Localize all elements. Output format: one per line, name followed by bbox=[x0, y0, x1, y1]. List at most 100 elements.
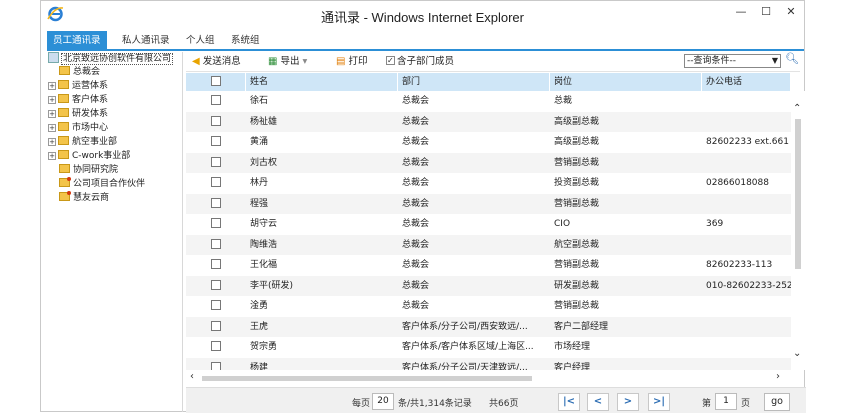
browser-window: 通讯录 - Windows Internet Explorer — ☐ ✕ 员工… bbox=[40, 0, 806, 413]
row-checkbox[interactable] bbox=[211, 115, 221, 126]
row-checkbox[interactable] bbox=[211, 218, 221, 228]
tab-personal[interactable]: 私人通讯录 bbox=[116, 31, 176, 50]
table-cell: 杨祉雄 bbox=[250, 116, 278, 127]
row-checkbox[interactable] bbox=[211, 177, 221, 187]
column-header[interactable]: 姓名 bbox=[246, 73, 398, 91]
query-condition-select[interactable]: --查询条件-- ▼ bbox=[684, 54, 781, 68]
table-row[interactable]: 徐石 总裁会 总裁 bbox=[186, 91, 791, 112]
row-checkbox[interactable] bbox=[211, 279, 221, 290]
folder-icon bbox=[59, 164, 70, 173]
row-select-cell bbox=[186, 112, 246, 133]
tree-node[interactable]: + C-work事业部 bbox=[48, 150, 130, 163]
page-input[interactable]: 1 bbox=[715, 393, 737, 410]
table-row[interactable]: 黄涌 总裁会 高级副总裁 82602233 ext.661 bbox=[186, 132, 791, 153]
table-row[interactable]: 王化福 总裁会 营销副总裁 82602233-113 bbox=[186, 255, 791, 276]
row-select-cell bbox=[186, 194, 246, 215]
table-row[interactable]: 陶维浩 总裁会 航空副总裁 bbox=[186, 234, 791, 255]
search-icon[interactable]: 🔍︎ bbox=[785, 52, 799, 65]
tree-node[interactable]: + 客户体系 bbox=[48, 94, 108, 107]
table-cell: 高级副总裁 bbox=[554, 116, 600, 127]
table-cell: 营销副总裁 bbox=[554, 260, 600, 270]
tab-personal-group[interactable]: 个人组 bbox=[180, 31, 221, 50]
vertical-scrollbar[interactable]: ⌃ ⌄ bbox=[791, 91, 805, 370]
checkbox[interactable] bbox=[386, 54, 395, 68]
table-cell: 营销副总裁 bbox=[554, 301, 600, 311]
first-page-button[interactable]: |< bbox=[558, 393, 580, 411]
expand-icon[interactable]: + bbox=[48, 138, 56, 146]
table-row[interactable]: 李平(研发) 总裁会 研发副总裁 010-82602233-252 bbox=[186, 275, 791, 296]
table-row[interactable]: 王虎 客户体系/分子公司/西安致远/... 客户二部经理 bbox=[186, 316, 791, 337]
expand-icon[interactable]: + bbox=[48, 124, 56, 132]
row-checkbox[interactable] bbox=[211, 361, 221, 370]
table-cell bbox=[702, 112, 791, 133]
column-header[interactable]: 部门 bbox=[398, 73, 550, 91]
tree-node[interactable]: 总裁会 bbox=[59, 66, 100, 79]
scroll-right-icon[interactable]: › bbox=[776, 371, 780, 382]
send-message-button[interactable]: ◀ 发送消息 bbox=[192, 55, 241, 69]
tree-node[interactable]: + 市场中心 bbox=[48, 122, 108, 135]
scroll-thumb[interactable] bbox=[202, 376, 532, 381]
scroll-left-icon[interactable]: ‹ bbox=[190, 371, 194, 382]
export-button[interactable]: ▦ 导出 ▾ bbox=[268, 55, 307, 69]
include-subdept-checkbox[interactable]: 含子部门成员 bbox=[386, 54, 454, 69]
row-checkbox[interactable] bbox=[211, 341, 221, 351]
column-header[interactable]: 办公电话 bbox=[702, 73, 791, 91]
tree-node[interactable]: 慧友云商 bbox=[59, 191, 109, 205]
row-checkbox[interactable] bbox=[211, 300, 221, 310]
tree-node[interactable]: 公司项目合作伙伴 bbox=[59, 177, 145, 191]
tree-node[interactable]: + 运营体系 bbox=[48, 80, 108, 93]
row-checkbox[interactable] bbox=[211, 136, 221, 146]
expand-icon[interactable]: + bbox=[48, 96, 56, 104]
expand-icon[interactable]: + bbox=[48, 82, 56, 90]
table-cell: 营销副总裁 bbox=[554, 157, 600, 168]
table-row[interactable]: 贺宗勇 客户体系/客户体系区域/上海区... 市场经理 bbox=[186, 337, 791, 358]
expand-icon[interactable]: + bbox=[48, 152, 56, 160]
close-button[interactable]: ✕ bbox=[780, 3, 802, 21]
print-icon: ▤ bbox=[336, 56, 346, 67]
scroll-down-icon[interactable]: ⌄ bbox=[793, 348, 801, 359]
table-cell: 客户体系/客户体系区域/上海区... bbox=[402, 342, 534, 352]
tab-employee[interactable]: 员工通讯录 bbox=[47, 31, 107, 50]
minimize-button[interactable]: — bbox=[730, 3, 752, 21]
table-cell: 林丹 bbox=[250, 178, 269, 188]
go-button[interactable]: go bbox=[764, 393, 790, 411]
prev-page-button[interactable]: < bbox=[587, 393, 609, 411]
table-row[interactable]: 淦勇 总裁会 营销副总裁 bbox=[186, 296, 791, 317]
table-cell: 总裁会 bbox=[402, 219, 430, 229]
table-cell: 胡守云 bbox=[250, 219, 278, 229]
column-header[interactable]: 岗位 bbox=[550, 73, 702, 91]
table-row[interactable]: 杨建 客户体系/分子公司/天津致远/... 客户经理 bbox=[186, 357, 791, 370]
row-checkbox[interactable] bbox=[211, 238, 221, 249]
horizontal-scrollbar[interactable]: ‹ › bbox=[186, 371, 791, 385]
tree-node[interactable]: 协同研究院 bbox=[59, 164, 118, 177]
tree-root[interactable]: 北京致远协创软件有限公司 bbox=[48, 52, 174, 65]
table-cell: 总裁会 bbox=[402, 116, 430, 127]
row-checkbox[interactable] bbox=[211, 95, 221, 105]
tab-system-group[interactable]: 系统组 bbox=[225, 31, 266, 50]
table-row[interactable]: 林丹 总裁会 投资副总裁 02866018088 bbox=[186, 173, 791, 194]
tree-node[interactable]: + 研发体系 bbox=[48, 108, 108, 121]
table-cell: 客户二部经理 bbox=[554, 321, 609, 332]
next-page-button[interactable]: > bbox=[617, 393, 639, 411]
title-bar: 通讯录 - Windows Internet Explorer — ☐ ✕ bbox=[41, 1, 804, 29]
last-page-button[interactable]: >| bbox=[648, 393, 670, 411]
row-checkbox[interactable] bbox=[211, 156, 221, 167]
scroll-thumb[interactable] bbox=[795, 119, 801, 269]
print-button[interactable]: ▤ 打印 bbox=[336, 55, 367, 69]
row-checkbox[interactable] bbox=[211, 259, 221, 269]
per-page-input[interactable]: 20 bbox=[372, 393, 394, 410]
table-row[interactable]: 胡守云 总裁会 CIO 369 bbox=[186, 214, 791, 235]
table-cell: 贺宗勇 bbox=[250, 342, 278, 352]
row-checkbox[interactable] bbox=[211, 197, 221, 208]
folder-icon bbox=[58, 108, 69, 117]
row-select-cell bbox=[186, 153, 246, 174]
tree-node[interactable]: + 航空事业部 bbox=[48, 136, 117, 149]
table-row[interactable]: 刘古权 总裁会 营销副总裁 bbox=[186, 152, 791, 174]
table-row[interactable]: 杨祉雄 总裁会 高级副总裁 bbox=[186, 111, 791, 133]
scroll-up-icon[interactable]: ⌃ bbox=[793, 103, 801, 114]
row-checkbox[interactable] bbox=[211, 320, 221, 331]
select-all-checkbox[interactable] bbox=[210, 76, 221, 86]
expand-icon[interactable]: + bbox=[48, 110, 56, 118]
table-row[interactable]: 程强 总裁会 营销副总裁 bbox=[186, 193, 791, 215]
maximize-button[interactable]: ☐ bbox=[755, 3, 777, 21]
